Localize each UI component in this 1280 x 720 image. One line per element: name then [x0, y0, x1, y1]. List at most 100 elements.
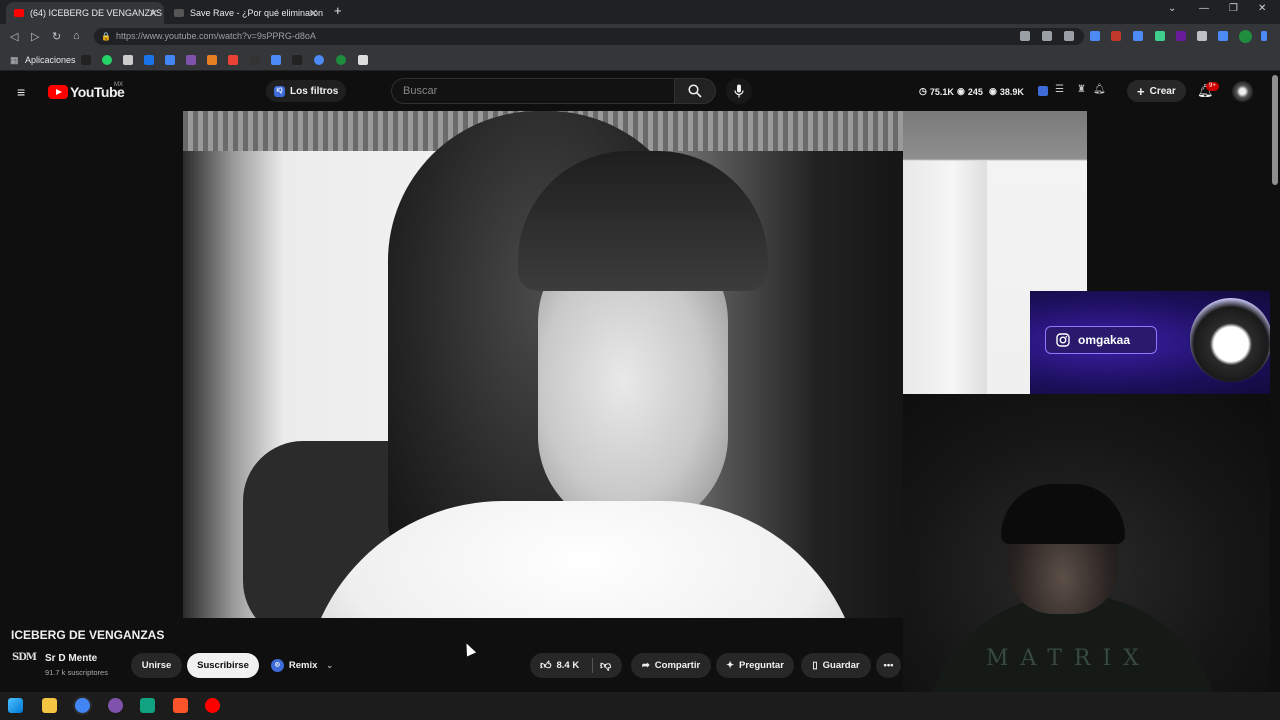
- create-button[interactable]: + Crear: [1127, 80, 1186, 102]
- bookmark-icon[interactable]: [336, 55, 346, 65]
- address-bar[interactable]: 🔒 https://www.youtube.com/watch?v=9sPPRG…: [94, 28, 1084, 45]
- search-input[interactable]: Buscar: [391, 78, 674, 104]
- bookmark-icon[interactable]: [123, 55, 133, 65]
- windows-taskbar: [0, 692, 1280, 720]
- microphone-icon: [734, 84, 744, 98]
- bookmark-icon[interactable]: [292, 55, 302, 65]
- new-tab-button[interactable]: +: [334, 3, 342, 18]
- extension-icon[interactable]: [1111, 31, 1121, 41]
- menu-icon[interactable]: [1261, 31, 1267, 41]
- hamburger-menu-icon[interactable]: ≡: [17, 84, 25, 100]
- sparkle-icon: ✦: [726, 660, 735, 671]
- extension-icon[interactable]: [1155, 31, 1165, 41]
- eye-icon: ◉: [957, 86, 965, 96]
- channel-avatar[interactable]: SDM: [12, 652, 37, 674]
- restore-icon[interactable]: ❐: [1229, 3, 1238, 14]
- bookmark-icon[interactable]: [250, 55, 260, 65]
- plus-icon: +: [1137, 83, 1145, 99]
- filters-badge-icon: IQ: [274, 85, 285, 97]
- bell-small-icon[interactable]: 🔔︎: [1093, 84, 1106, 95]
- youtube-app-icon[interactable]: [205, 698, 220, 713]
- like-icon[interactable]: 👍︎: [540, 659, 552, 672]
- extension-icon[interactable]: [1038, 86, 1048, 96]
- bookmark-apps[interactable]: Aplicaciones: [25, 55, 76, 65]
- window-light: [903, 161, 987, 394]
- lock-icon: 🔒: [101, 32, 111, 41]
- filters-button[interactable]: IQ Los filtros: [266, 80, 347, 102]
- stat-value: 75.1K: [929, 86, 954, 97]
- stat-views: ◉ 38.9K: [989, 86, 1024, 97]
- extension-icon[interactable]: [1090, 31, 1100, 41]
- like-count[interactable]: 8.4 K: [557, 660, 580, 671]
- save-button[interactable]: ▯ Guardar: [801, 653, 871, 678]
- list-icon[interactable]: ☰: [1055, 84, 1064, 95]
- voice-search-button[interactable]: [726, 78, 752, 104]
- youtube-favicon-icon: [14, 9, 24, 17]
- bookmark-icon[interactable]: [81, 55, 91, 65]
- tab-search-icon[interactable]: ⌄: [1168, 3, 1176, 14]
- bookmark-icon[interactable]: [165, 55, 175, 65]
- gmail-icon[interactable]: [228, 55, 238, 65]
- brave-icon[interactable]: [173, 698, 188, 713]
- back-icon[interactable]: ◁: [10, 30, 18, 43]
- search-icon: [688, 84, 702, 98]
- bookmark-icon[interactable]: [358, 55, 368, 65]
- share-label: Compartir: [654, 660, 701, 671]
- share-button[interactable]: ➦ Compartir: [631, 653, 711, 678]
- ask-button[interactable]: ✦ Preguntar: [716, 653, 794, 678]
- like-dislike-group: 👍︎ 8.4 K 👎︎: [530, 653, 622, 678]
- twitch-icon[interactable]: [186, 55, 196, 65]
- chrome-icon[interactable]: [75, 698, 90, 713]
- youtube-play-icon: [48, 85, 68, 99]
- bookmark-icon[interactable]: [314, 55, 324, 65]
- extension-icon[interactable]: [1176, 31, 1186, 41]
- windows-start-icon[interactable]: [8, 698, 23, 713]
- trophy-icon[interactable]: ♜: [1077, 84, 1086, 95]
- channel-name[interactable]: Sr D Mente: [45, 653, 97, 664]
- join-button[interactable]: Unirse: [131, 653, 182, 678]
- apps-grid-icon[interactable]: ▦: [10, 55, 19, 66]
- install-icon[interactable]: [1020, 31, 1030, 41]
- dislike-icon[interactable]: 👎︎: [600, 659, 611, 672]
- user-avatar[interactable]: [1232, 81, 1253, 102]
- file-explorer-icon[interactable]: [42, 698, 57, 713]
- close-tab-icon[interactable]: ✕: [149, 7, 158, 20]
- youtube-logo[interactable]: YouTube MX: [48, 82, 125, 100]
- subscribe-button[interactable]: Suscribirse: [187, 653, 259, 678]
- remix-button[interactable]: ◎ Remix ⌄: [266, 653, 338, 678]
- chevron-down-icon: ⌄: [326, 661, 334, 670]
- video-player[interactable]: [183, 111, 903, 618]
- url-path: /watch?v=9sPPRG-d8oA: [216, 31, 316, 41]
- clock-icon: ◷: [919, 86, 927, 96]
- stat-watch-time: ◷ 75.1K: [919, 86, 954, 97]
- bookmark-star-icon[interactable]: [1064, 31, 1074, 41]
- eye-icon: ◉: [989, 86, 997, 96]
- bookmark-icon[interactable]: [271, 55, 281, 65]
- app-icon[interactable]: [108, 698, 123, 713]
- close-window-icon[interactable]: ✕: [1258, 3, 1266, 14]
- sidepanel-icon[interactable]: [1218, 31, 1228, 41]
- instagram-handle-badge: omgakaa: [1045, 326, 1157, 354]
- more-actions-button[interactable]: •••: [876, 653, 901, 678]
- bookmark-icon[interactable]: [144, 55, 154, 65]
- reload-icon[interactable]: ↻: [52, 30, 61, 43]
- download-icon[interactable]: [1197, 31, 1207, 41]
- url-host: https://www.youtube.com: [116, 31, 217, 41]
- forward-icon[interactable]: ▷: [31, 30, 39, 43]
- tab-save-rave[interactable]: Save Rave - ¿Por qué eliminaron ✕: [166, 2, 324, 24]
- tab-youtube[interactable]: (64) ICEBERG DE VENGANZAS ✕: [6, 2, 164, 24]
- whatsapp-icon[interactable]: [102, 55, 112, 65]
- profile-avatar-icon[interactable]: [1239, 30, 1252, 43]
- webcam-feed: [903, 394, 1280, 720]
- search-button[interactable]: [674, 78, 716, 104]
- minimize-icon[interactable]: —: [1199, 3, 1209, 14]
- bookmark-icon[interactable]: [207, 55, 217, 65]
- home-icon[interactable]: ⌂: [73, 30, 80, 42]
- close-tab-icon[interactable]: ✕: [309, 7, 318, 20]
- puzzle-icon[interactable]: [1133, 31, 1143, 41]
- scrollbar-thumb[interactable]: [1272, 75, 1278, 185]
- share-icon[interactable]: [1042, 31, 1052, 41]
- chatgpt-icon[interactable]: [140, 698, 155, 713]
- subscriber-count: 91.7 k suscriptores: [45, 668, 108, 677]
- filters-label: Los filtros: [290, 85, 339, 97]
